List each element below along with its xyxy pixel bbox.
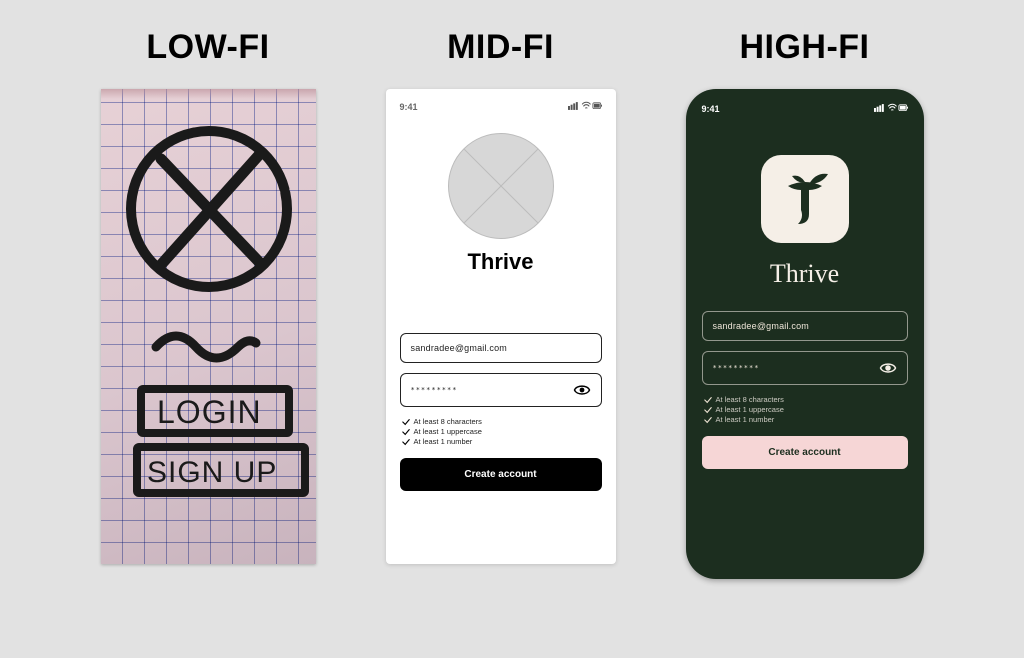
login-sketch-text: LOGIN [157, 394, 262, 430]
hifi-heading: HIGH-FI [739, 28, 869, 67]
password-value: ********* [713, 364, 760, 372]
hifi-screen: 9:41 Thrive [686, 89, 924, 579]
password-field[interactable]: ********* [702, 351, 908, 385]
midfi-heading: MID-FI [447, 28, 554, 67]
req-text: At least 8 characters [716, 395, 784, 404]
app-title: Thrive [467, 249, 533, 275]
req-text: At least 1 uppercase [414, 427, 482, 436]
req-text: At least 1 number [414, 437, 473, 446]
password-field[interactable]: ********* [400, 373, 602, 407]
req-text: At least 1 uppercase [716, 405, 784, 414]
email-field[interactable]: sandradee@gmail.com [400, 333, 602, 363]
signup-form: sandradee@gmail.com ********* At least 8… [702, 311, 908, 469]
create-account-button[interactable]: Create account [400, 458, 602, 491]
logo-placeholder-icon [448, 133, 554, 239]
lowfi-heading: LOW-FI [146, 28, 269, 67]
check-icon [402, 418, 410, 426]
midfi-screen: 9:41 Thrive sandradee@gmail.com ********… [386, 89, 616, 564]
create-account-button[interactable]: Create account [702, 436, 908, 469]
status-icons [874, 103, 908, 115]
app-title: Thrive [770, 259, 839, 289]
signup-form: sandradee@gmail.com ********* At least 8… [400, 333, 602, 491]
eye-icon[interactable] [573, 383, 591, 397]
app-logo [761, 155, 849, 243]
password-value: ********* [411, 386, 458, 394]
status-bar: 9:41 [400, 101, 602, 113]
status-time: 9:41 [400, 102, 418, 112]
status-time: 9:41 [702, 104, 720, 114]
midfi-column: MID-FI 9:41 Thrive sandradee@gmail.com [386, 28, 616, 564]
hifi-column: HIGH-FI 9:41 [686, 28, 924, 579]
status-bar: 9:41 [702, 103, 908, 115]
email-field[interactable]: sandradee@gmail.com [702, 311, 908, 341]
email-value: sandradee@gmail.com [411, 343, 507, 353]
lowfi-marker-drawing: LOGIN SIGN UP [101, 89, 316, 564]
check-icon [402, 438, 410, 446]
check-icon [704, 416, 712, 424]
lowfi-sketch: LOGIN SIGN UP [101, 89, 316, 564]
lowfi-column: LOW-FI LOGIN SIGN UP [101, 28, 316, 564]
check-icon [704, 406, 712, 414]
sprout-t-icon [776, 168, 834, 230]
check-icon [402, 428, 410, 436]
check-icon [704, 396, 712, 404]
req-text: At least 1 number [716, 415, 775, 424]
signup-sketch-text: SIGN UP [147, 456, 277, 489]
password-requirements: At least 8 characters At least 1 upperca… [702, 395, 908, 424]
eye-icon[interactable] [879, 361, 897, 375]
fidelity-comparison: LOW-FI LOGIN SIGN UP MID-FI [101, 28, 924, 579]
password-requirements: At least 8 characters At least 1 upperca… [400, 417, 602, 446]
status-icons [568, 101, 602, 113]
req-text: At least 8 characters [414, 417, 482, 426]
email-value: sandradee@gmail.com [713, 321, 809, 331]
